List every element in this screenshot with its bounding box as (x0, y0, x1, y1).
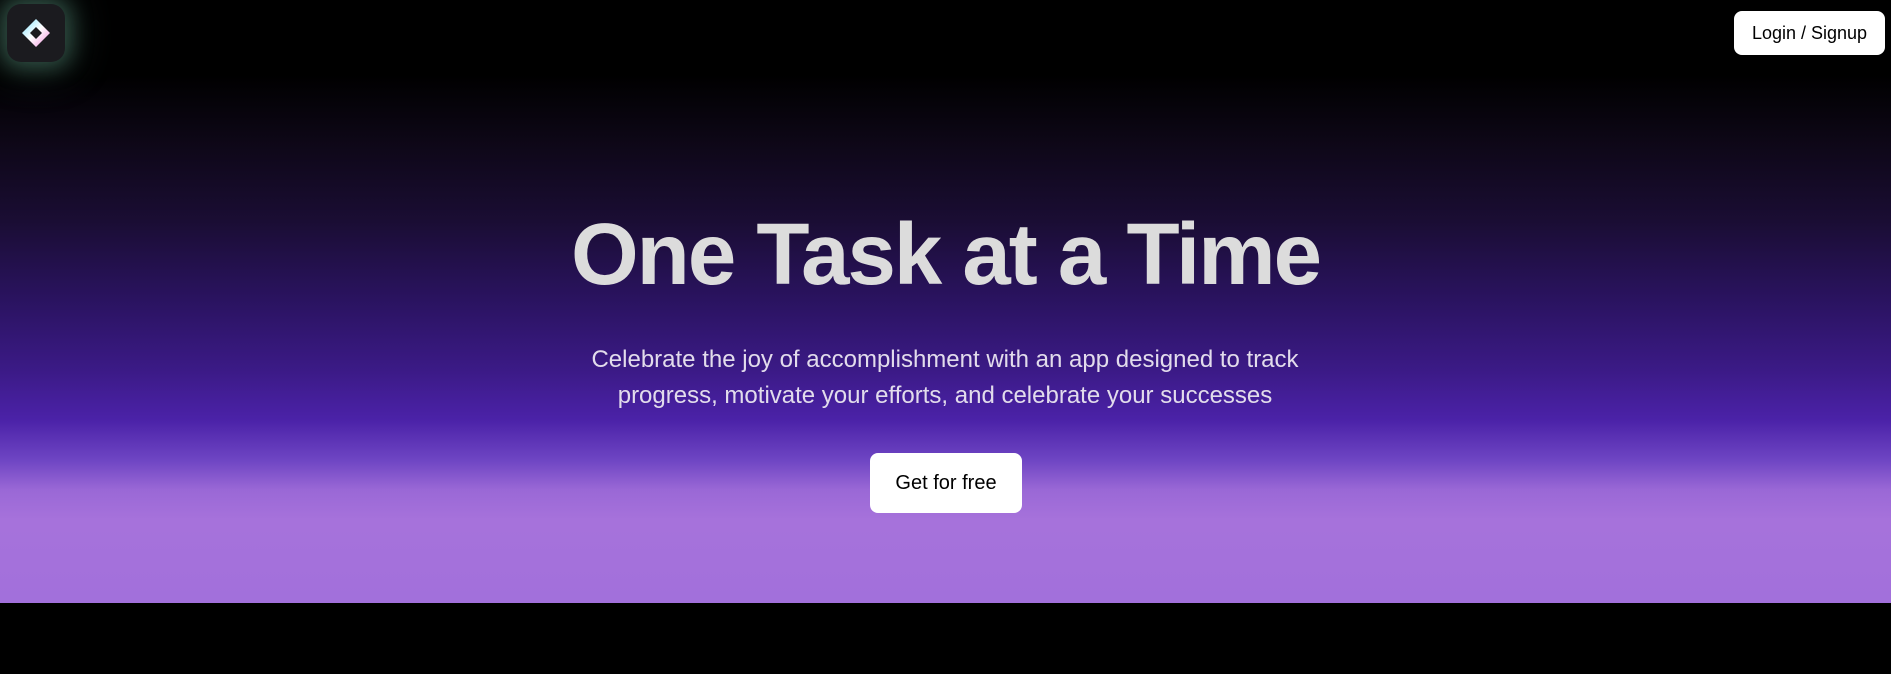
hero-section: Login / Signup One Task at a Time Celebr… (0, 0, 1891, 603)
app-logo[interactable] (7, 4, 65, 62)
login-signup-button[interactable]: Login / Signup (1734, 11, 1885, 55)
hero-subtitle: Celebrate the joy of accomplishment with… (591, 346, 1299, 409)
landing-page: Login / Signup One Task at a Time Celebr… (0, 0, 1891, 674)
hero-title: One Task at a Time (571, 206, 1322, 303)
get-for-free-button[interactable]: Get for free (870, 453, 1022, 513)
diamond-logo-icon (19, 16, 53, 50)
